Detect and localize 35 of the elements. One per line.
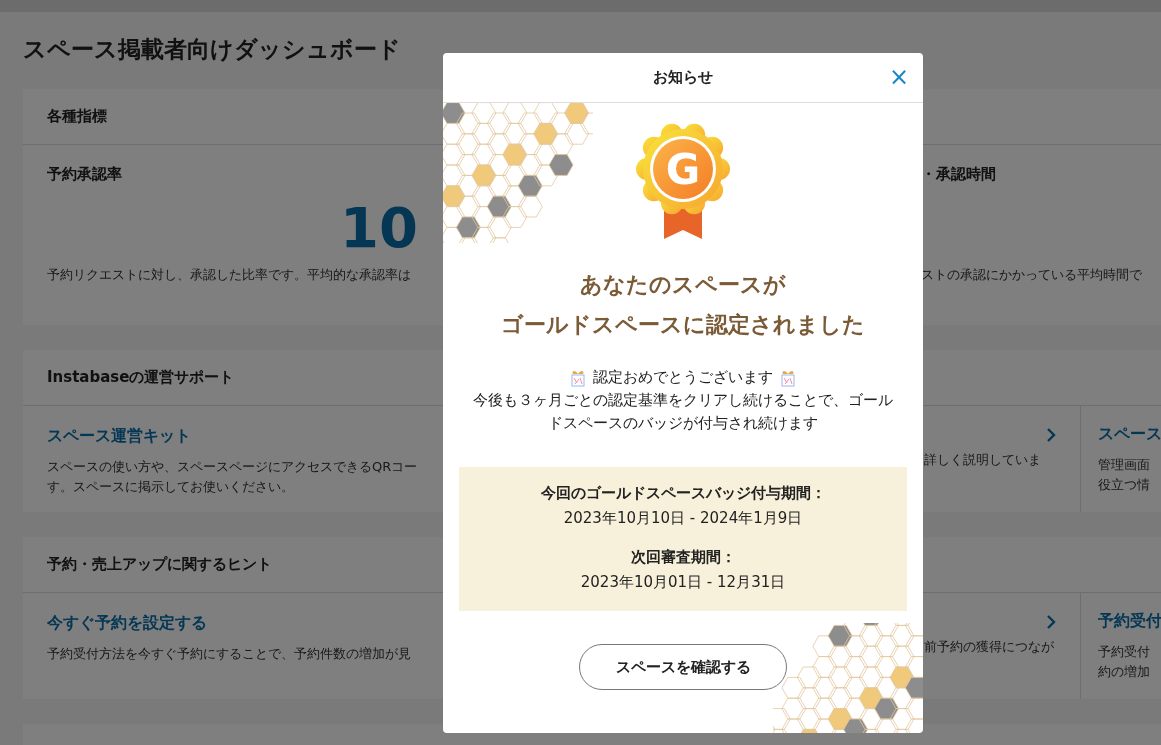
headline: あなたのスペースが	[579, 270, 787, 299]
metric-title: ・承認時間	[921, 165, 997, 185]
link-description: 詳しく説明していま	[924, 451, 1042, 469]
link-description: 前予約の獲得につなが	[924, 638, 1055, 656]
chevron-right-icon	[1046, 428, 1056, 442]
period-label: 次回審査期間：	[629, 547, 737, 568]
link-description: 予約受付	[1098, 643, 1151, 661]
period-label: 今回のゴールドスペースバッジ付与期間：	[539, 483, 827, 504]
link-title[interactable]: 予約受付	[1098, 611, 1161, 632]
medal-icon	[636, 123, 730, 239]
gift-icon	[779, 368, 797, 387]
link-description: 役立つ情	[1098, 476, 1151, 494]
metric-value: 10	[339, 194, 419, 262]
metric-description: 予約リクエストに対し、承認した比率です。平均的な承認率は	[47, 266, 412, 284]
greeting-text: 認定おめでとうございます	[593, 368, 773, 387]
link-title[interactable]: スペース運営キット	[47, 426, 191, 447]
badge-letter: G	[665, 145, 701, 194]
dialog-title: お知らせ	[653, 68, 713, 87]
link-title[interactable]: スペース	[1098, 424, 1161, 445]
link-description: 約の増加	[1098, 663, 1151, 681]
metric-title: 予約承認率	[47, 165, 123, 185]
link-title[interactable]: 今すぐ予約を設定する	[47, 613, 207, 634]
confirm-space-button[interactable]: スペースを確認する	[579, 644, 787, 690]
gift-icon	[569, 368, 587, 387]
link-description: 管理画面	[1098, 456, 1151, 474]
metric-description: ストの承認にかかっている平均時間で	[921, 266, 1143, 284]
period-value: 2023年10月01日 - 12月31日	[579, 572, 787, 593]
link-description: す。スペースに掲示してお使いください。	[47, 478, 295, 496]
period-value: 2023年10月10日 - 2024年1月9日	[562, 508, 804, 529]
chevron-right-icon	[1046, 615, 1056, 629]
link-description: 予約受付方法を今すぐ予約にすることで、予約件数の増加が見	[47, 645, 412, 663]
page-title: スペース掲載者向けダッシュボード	[23, 35, 401, 64]
close-button[interactable]: ×	[888, 65, 909, 89]
headline: ゴールドスペースに認定されました	[501, 310, 865, 339]
link-description: スペースの使い方や、スペースページにアクセスできるQRコー	[47, 458, 419, 476]
